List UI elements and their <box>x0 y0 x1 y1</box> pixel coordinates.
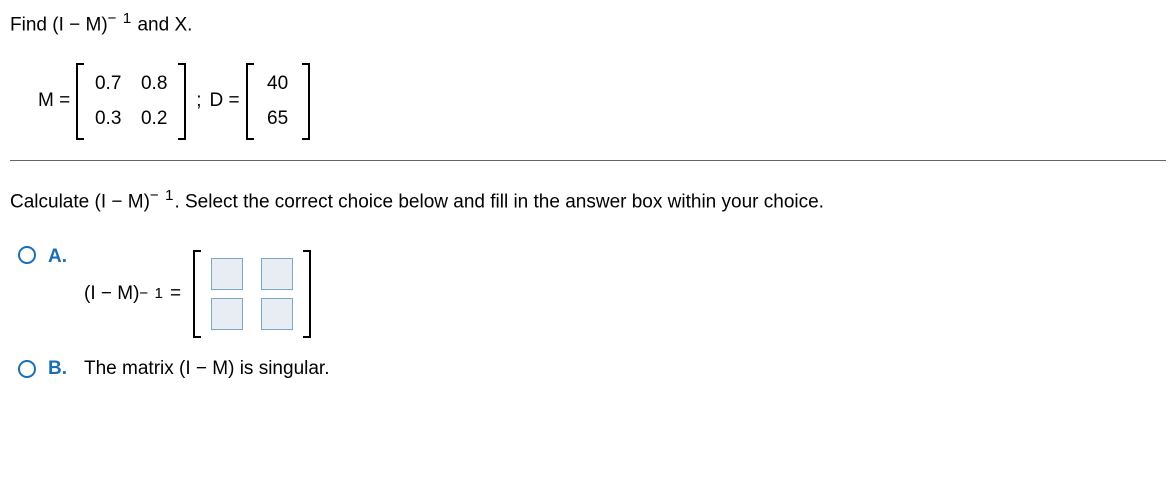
bracket-left-icon <box>193 250 201 338</box>
bracket-left-icon <box>76 63 84 140</box>
m-cell-1-0: 0.3 <box>94 106 122 133</box>
matrix-m: 0.7 0.8 0.3 0.2 <box>76 63 186 140</box>
equals-sign: = <box>170 281 181 308</box>
bracket-left-icon <box>246 63 254 140</box>
answer-matrix-cells <box>201 250 303 338</box>
d-label: D = <box>209 88 239 115</box>
matrix-m-cells: 0.7 0.8 0.3 0.2 <box>84 63 178 140</box>
m-label: M = <box>38 88 70 115</box>
m-cell-1-1: 0.2 <box>140 106 168 133</box>
answer-cell-0-0[interactable] <box>211 258 243 290</box>
instruction-left: Calculate (I − M) <box>10 191 150 212</box>
d-cell-0-0: 40 <box>264 71 292 98</box>
m-cell-0-1: 0.8 <box>140 71 168 98</box>
bracket-right-icon <box>178 63 186 140</box>
problem-statement: Find (I − M)− 1 and X. <box>10 8 1166 39</box>
semicolon: ; <box>196 88 201 115</box>
radio-b[interactable] <box>18 360 36 378</box>
instruction-text: Calculate (I − M)− 1. Select the correct… <box>10 185 1166 216</box>
problem-statement-right: and X. <box>132 14 192 35</box>
choice-a[interactable]: A. (I − M)− 1 = <box>18 244 1166 338</box>
d-cell-1-0: 65 <box>264 106 292 133</box>
choice-a-label: A. <box>48 244 70 271</box>
m-cell-0-0: 0.7 <box>94 71 122 98</box>
choice-a-body: (I − M)− 1 = <box>84 244 317 338</box>
problem-statement-left: Find (I − M) <box>10 14 108 35</box>
bracket-right-icon <box>302 63 310 140</box>
choice-b-label: B. <box>48 356 70 383</box>
superscript-neg1: − 1 <box>150 187 175 204</box>
answer-cell-1-0[interactable] <box>211 298 243 330</box>
divider <box>10 160 1166 161</box>
answer-cell-1-1[interactable] <box>261 298 293 330</box>
instruction-right: . Select the correct choice below and fi… <box>174 191 824 212</box>
answer-matrix <box>193 250 311 338</box>
choice-b-text: The matrix (I − M) is singular. <box>84 356 329 383</box>
matrix-d: 40 65 <box>246 63 310 140</box>
choice-a-expr-left: (I − M) <box>84 281 139 308</box>
answer-cell-0-1[interactable] <box>261 258 293 290</box>
choices-group: A. (I − M)− 1 = B. <box>18 244 1166 383</box>
radio-a[interactable] <box>18 246 36 264</box>
given-matrices: M = 0.7 0.8 0.3 0.2 ; D = 40 65 <box>38 63 1166 140</box>
choice-b[interactable]: B. The matrix (I − M) is singular. <box>18 356 1166 383</box>
superscript-neg1: − 1 <box>108 10 133 27</box>
matrix-d-cells: 40 65 <box>254 63 302 140</box>
bracket-right-icon <box>303 250 311 338</box>
superscript-neg1: − 1 <box>139 283 164 304</box>
